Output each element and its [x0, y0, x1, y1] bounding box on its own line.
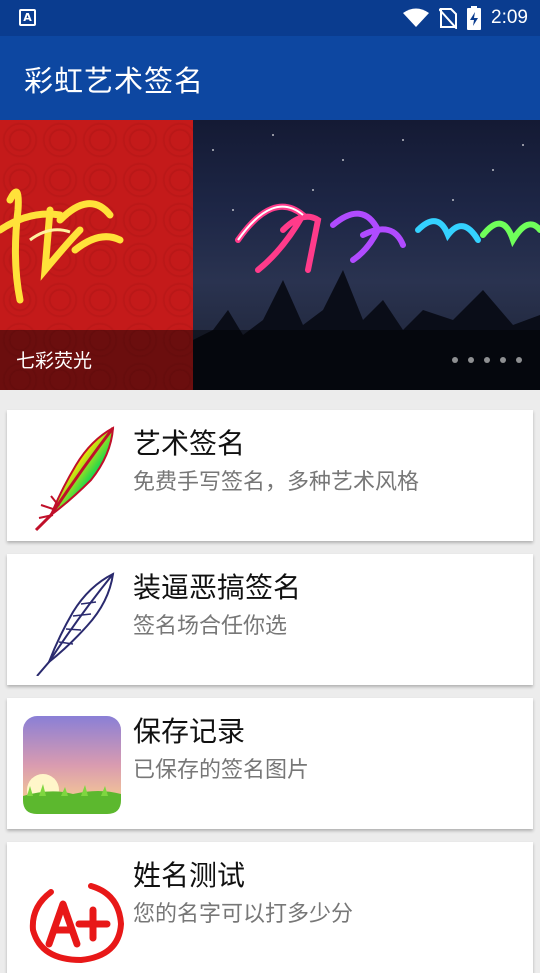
outline-feather-icon: [36, 572, 115, 676]
name-test-card[interactable]: 姓名测试 您的名字可以打多少分: [7, 842, 533, 973]
app-title: 彩虹艺术签名: [24, 64, 205, 98]
card-title: 姓名测试: [133, 859, 246, 892]
carousel-dot[interactable]: [484, 357, 490, 363]
art-signature-card[interactable]: 艺术签名 免费手写签名，多种艺术风格: [7, 410, 533, 541]
app-bar: 彩虹艺术签名: [0, 36, 540, 120]
rainbow-feather-icon: [34, 426, 115, 532]
carousel-dot[interactable]: [500, 357, 506, 363]
banner-caption-bar: 七彩荧光: [0, 330, 540, 390]
banner-caption: 七彩荧光: [16, 350, 93, 372]
status-bar: A 2:09: [0, 0, 540, 36]
battery-charging-icon: [467, 6, 482, 30]
card-title: 装逼恶搞签名: [133, 571, 302, 604]
card-title: 保存记录: [133, 715, 246, 748]
a-plus-grade-icon: [29, 883, 125, 964]
card-title: 艺术签名: [133, 427, 246, 460]
notification-a-icon: A: [19, 9, 36, 26]
card-subtitle: 您的名字可以打多少分: [133, 902, 354, 927]
no-sim-icon: [439, 8, 458, 29]
card-subtitle: 签名场合任你选: [133, 614, 288, 639]
gallery-image-icon: [23, 716, 121, 814]
status-time: 2:09: [491, 7, 528, 28]
card-subtitle: 免费手写签名，多种艺术风格: [133, 470, 420, 495]
banner-carousel[interactable]: 七彩荧光: [0, 120, 540, 390]
prank-signature-card[interactable]: 装逼恶搞签名 签名场合任你选: [7, 554, 533, 685]
wifi-icon: [403, 8, 430, 27]
carousel-dot[interactable]: [516, 357, 522, 363]
carousel-dot[interactable]: [468, 357, 474, 363]
saved-records-card[interactable]: 保存记录 已保存的签名图片: [7, 698, 533, 829]
carousel-dot[interactable]: [452, 357, 458, 363]
carousel-indicator: [452, 357, 522, 363]
card-subtitle: 已保存的签名图片: [133, 758, 310, 783]
